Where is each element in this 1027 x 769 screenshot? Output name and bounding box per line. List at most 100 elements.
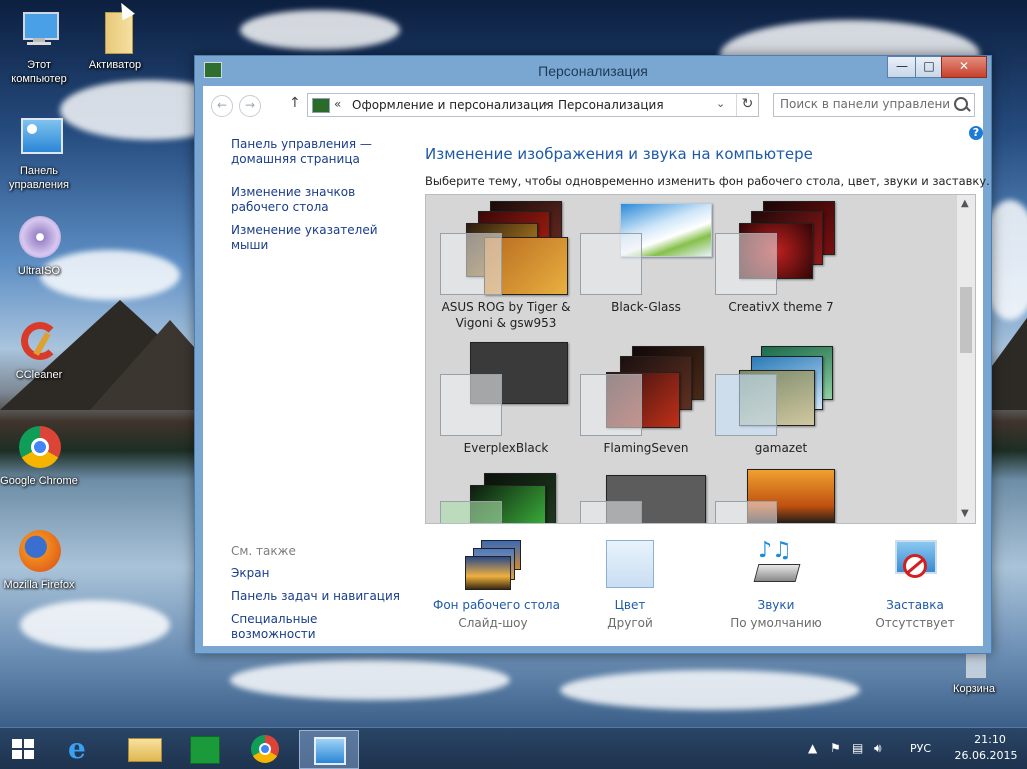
- control-panel-icon: [314, 737, 346, 765]
- window-title: Персонализация: [538, 63, 648, 79]
- search-icon[interactable]: [954, 97, 968, 111]
- theme-thumbnail: [715, 342, 845, 436]
- search-input[interactable]: [774, 94, 956, 114]
- desktop-icon-recycle-bin[interactable]: Корзина: [935, 650, 1013, 696]
- theme-thumbnail: [580, 201, 712, 295]
- desktop-icon-ccleaner[interactable]: CCleaner: [0, 318, 78, 382]
- setting-value: Отсутствует: [875, 616, 955, 630]
- page-title: Изменение изображения и звука на компьют…: [425, 145, 813, 163]
- refresh-icon[interactable]: ↻: [736, 94, 758, 116]
- address-bar[interactable]: « Оформление и персонализация › Персонал…: [307, 93, 759, 117]
- link-control-panel-home[interactable]: Панель управления — домашняя страница: [231, 137, 401, 167]
- disc-icon: [15, 214, 63, 262]
- help-icon[interactable]: ?: [969, 126, 983, 140]
- link-accessibility[interactable]: Специальные возможности: [231, 612, 401, 642]
- setting-name[interactable]: Звуки: [716, 598, 836, 612]
- theme-thumbnail: [715, 469, 845, 523]
- taskbar-store[interactable]: [176, 730, 230, 767]
- back-arrow-icon[interactable]: ←: [211, 95, 233, 117]
- folder-icon: [128, 738, 162, 762]
- setting-color[interactable]: Цвет Другой: [570, 538, 690, 630]
- desktop-icon-this-pc[interactable]: Этот компьютер: [0, 8, 78, 86]
- see-also-heading: См. также: [231, 544, 296, 558]
- setting-name[interactable]: Фон рабочего стола: [433, 598, 560, 612]
- theme-list-scrollbar[interactable]: ▲ ▼: [956, 195, 975, 523]
- theme-label: EverplexBlack: [463, 441, 549, 455]
- link-change-desktop-icons[interactable]: Изменение значков рабочего стола: [231, 185, 401, 215]
- taskbar-file-explorer[interactable]: [116, 730, 170, 767]
- screensaver-icon: [885, 538, 945, 592]
- setting-sounds[interactable]: ♪♫ Звуки По умолчанию: [716, 538, 836, 631]
- setting-value: Слайд-шоу: [458, 616, 528, 630]
- network-icon[interactable]: ▤: [852, 741, 863, 755]
- page-subtitle: Выберите тему, чтобы одновременно измени…: [425, 174, 990, 188]
- setting-name[interactable]: Цвет: [570, 598, 690, 612]
- title-bar[interactable]: Персонализация — □ ✕: [195, 56, 991, 86]
- control-panel-icon: [15, 114, 63, 162]
- flag-icon[interactable]: ⚑: [830, 741, 841, 755]
- desktop-icon-ultraiso[interactable]: UltraISO: [0, 214, 78, 278]
- up-arrow-icon[interactable]: ↑: [289, 95, 301, 111]
- setting-screensaver[interactable]: Заставка Отсутствует: [855, 538, 975, 630]
- link-change-mouse-pointers[interactable]: Изменение указателей мыши: [231, 223, 401, 253]
- theme-thumbnail: [440, 201, 570, 295]
- taskbar-chrome[interactable]: [238, 730, 292, 767]
- close-button[interactable]: ✕: [941, 56, 987, 78]
- theme-thumbnail: [440, 469, 570, 523]
- personalization-window: Персонализация — □ ✕ ← → ↑ « Оформление …: [194, 55, 992, 654]
- windows-logo-icon: [12, 739, 34, 759]
- language-indicator[interactable]: РУС: [910, 742, 931, 755]
- theme-item[interactable]: [701, 463, 861, 523]
- setting-value: По умолчанию: [730, 616, 822, 630]
- theme-thumbnail: [580, 342, 710, 436]
- start-button[interactable]: [0, 730, 46, 767]
- chevron-up-icon[interactable]: ▲: [808, 741, 817, 755]
- taskbar: e ▲ ⚑ ▤ 🔊︎ РУС 21:10 26.06.2015: [0, 727, 1027, 769]
- firefox-icon: [15, 528, 63, 576]
- minimize-button[interactable]: —: [887, 56, 917, 78]
- chrome-icon: [15, 424, 63, 472]
- breadcrumb-appearance[interactable]: Оформление и персонализация: [352, 98, 554, 112]
- chevron-up-icon[interactable]: ▲: [961, 198, 969, 209]
- navigation-bar: ← → ↑ « Оформление и персонализация › Пе…: [203, 86, 983, 124]
- desktop-background-icon: [463, 538, 523, 592]
- control-panel-small-icon: [312, 98, 330, 113]
- breadcrumb-separator[interactable]: ›: [544, 97, 548, 110]
- maximize-button[interactable]: □: [915, 56, 943, 78]
- breadcrumb-personalization[interactable]: Персонализация: [558, 98, 664, 112]
- chevron-down-icon[interactable]: ⌄: [716, 97, 725, 110]
- taskbar-internet-explorer[interactable]: e: [58, 730, 112, 767]
- recycle-bin-icon: [950, 650, 998, 680]
- theme-thumbnail: [440, 342, 570, 436]
- store-icon: [190, 736, 220, 764]
- link-display[interactable]: Экран: [231, 566, 401, 581]
- setting-value: Другой: [607, 616, 653, 630]
- scroll-thumb[interactable]: [960, 287, 972, 353]
- sounds-icon: ♪♫: [746, 538, 806, 592]
- volume-icon[interactable]: 🔊︎: [874, 741, 882, 756]
- clock-time[interactable]: 21:10: [962, 733, 1018, 746]
- desktop-icon-chrome[interactable]: Google Chrome: [0, 424, 78, 488]
- theme-item[interactable]: [426, 463, 586, 523]
- theme-list: ASUS ROG by Tiger & Vigoni & gsw953 Blac…: [425, 194, 976, 524]
- breadcrumb-overflow[interactable]: «: [334, 97, 341, 111]
- theme-item[interactable]: ASUS ROG by Tiger & Vigoni & gsw953: [426, 195, 586, 330]
- desktop-icon-activator[interactable]: Активатор: [76, 8, 154, 72]
- taskbar-control-panel[interactable]: [299, 730, 359, 769]
- window-content: ← → ↑ « Оформление и персонализация › Пе…: [203, 86, 990, 646]
- link-taskbar-navigation[interactable]: Панель задач и навигация: [231, 589, 401, 604]
- theme-item[interactable]: EverplexBlack: [426, 336, 586, 466]
- forward-arrow-icon[interactable]: →: [239, 95, 261, 117]
- search-box[interactable]: [773, 93, 975, 117]
- theme-label: ASUS ROG by Tiger & Vigoni & gsw953: [441, 300, 571, 330]
- setting-desktop-background[interactable]: Фон рабочего стола Слайд-шоу: [433, 538, 560, 630]
- theme-item[interactable]: gamazet: [701, 336, 861, 466]
- desktop-icon-control-panel[interactable]: Панель управления: [0, 114, 78, 192]
- internet-explorer-icon: e: [68, 732, 86, 765]
- theme-thumbnail: [715, 201, 845, 295]
- setting-name[interactable]: Заставка: [855, 598, 975, 612]
- chevron-down-icon[interactable]: ▼: [961, 508, 969, 519]
- theme-item[interactable]: CreativX theme 7: [701, 195, 861, 325]
- clock-date[interactable]: 26.06.2015: [946, 749, 1026, 762]
- desktop-icon-firefox[interactable]: Mozilla Firefox: [0, 528, 78, 592]
